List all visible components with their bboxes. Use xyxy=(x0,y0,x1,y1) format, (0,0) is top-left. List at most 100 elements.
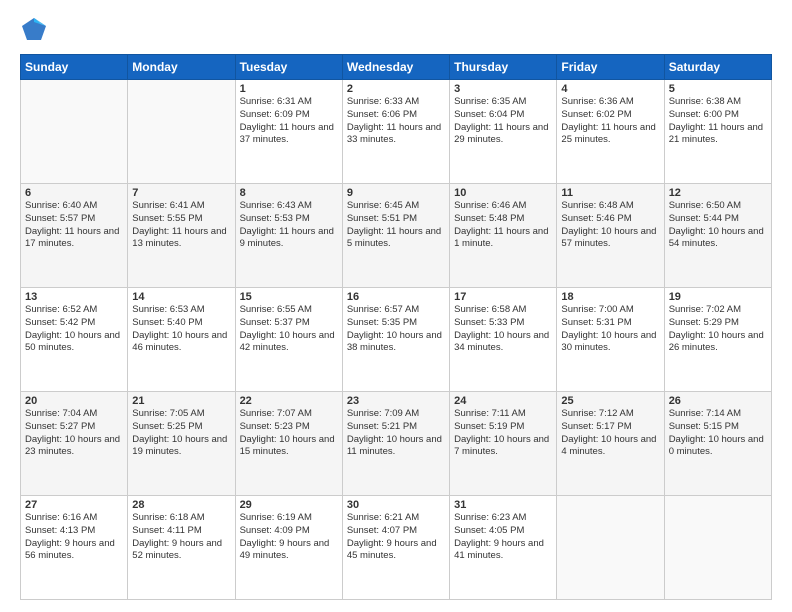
day-info: Sunrise: 7:09 AM Sunset: 5:21 PM Dayligh… xyxy=(347,408,445,459)
day-info: Sunrise: 6:38 AM Sunset: 6:00 PM Dayligh… xyxy=(669,96,767,147)
header xyxy=(20,16,772,44)
day-info: Sunrise: 7:02 AM Sunset: 5:29 PM Dayligh… xyxy=(669,304,767,355)
day-number: 13 xyxy=(25,291,123,303)
day-number: 7 xyxy=(132,187,230,199)
day-number: 1 xyxy=(240,83,338,95)
calendar-cell: 26Sunrise: 7:14 AM Sunset: 5:15 PM Dayli… xyxy=(664,392,771,496)
day-info: Sunrise: 6:52 AM Sunset: 5:42 PM Dayligh… xyxy=(25,304,123,355)
calendar-cell: 18Sunrise: 7:00 AM Sunset: 5:31 PM Dayli… xyxy=(557,288,664,392)
day-info: Sunrise: 7:12 AM Sunset: 5:17 PM Dayligh… xyxy=(561,408,659,459)
day-number: 19 xyxy=(669,291,767,303)
day-number: 3 xyxy=(454,83,552,95)
day-info: Sunrise: 7:00 AM Sunset: 5:31 PM Dayligh… xyxy=(561,304,659,355)
day-info: Sunrise: 6:35 AM Sunset: 6:04 PM Dayligh… xyxy=(454,96,552,147)
calendar-cell: 10Sunrise: 6:46 AM Sunset: 5:48 PM Dayli… xyxy=(450,184,557,288)
calendar-cell xyxy=(557,496,664,600)
day-of-week-saturday: Saturday xyxy=(664,55,771,80)
calendar-week-row: 20Sunrise: 7:04 AM Sunset: 5:27 PM Dayli… xyxy=(21,392,772,496)
day-of-week-tuesday: Tuesday xyxy=(235,55,342,80)
day-number: 20 xyxy=(25,395,123,407)
calendar-cell: 1Sunrise: 6:31 AM Sunset: 6:09 PM Daylig… xyxy=(235,80,342,184)
day-number: 18 xyxy=(561,291,659,303)
day-number: 12 xyxy=(669,187,767,199)
day-number: 6 xyxy=(25,187,123,199)
day-number: 4 xyxy=(561,83,659,95)
calendar-cell: 7Sunrise: 6:41 AM Sunset: 5:55 PM Daylig… xyxy=(128,184,235,288)
day-of-week-thursday: Thursday xyxy=(450,55,557,80)
day-info: Sunrise: 6:53 AM Sunset: 5:40 PM Dayligh… xyxy=(132,304,230,355)
day-info: Sunrise: 6:46 AM Sunset: 5:48 PM Dayligh… xyxy=(454,200,552,251)
calendar-cell xyxy=(21,80,128,184)
day-info: Sunrise: 6:18 AM Sunset: 4:11 PM Dayligh… xyxy=(132,512,230,563)
day-of-week-sunday: Sunday xyxy=(21,55,128,80)
calendar-cell xyxy=(664,496,771,600)
day-info: Sunrise: 7:04 AM Sunset: 5:27 PM Dayligh… xyxy=(25,408,123,459)
calendar-cell: 5Sunrise: 6:38 AM Sunset: 6:00 PM Daylig… xyxy=(664,80,771,184)
calendar: SundayMondayTuesdayWednesdayThursdayFrid… xyxy=(20,54,772,600)
calendar-week-row: 1Sunrise: 6:31 AM Sunset: 6:09 PM Daylig… xyxy=(21,80,772,184)
day-number: 8 xyxy=(240,187,338,199)
calendar-cell: 24Sunrise: 7:11 AM Sunset: 5:19 PM Dayli… xyxy=(450,392,557,496)
calendar-cell xyxy=(128,80,235,184)
day-number: 11 xyxy=(561,187,659,199)
day-info: Sunrise: 6:48 AM Sunset: 5:46 PM Dayligh… xyxy=(561,200,659,251)
calendar-cell: 23Sunrise: 7:09 AM Sunset: 5:21 PM Dayli… xyxy=(342,392,449,496)
day-info: Sunrise: 6:19 AM Sunset: 4:09 PM Dayligh… xyxy=(240,512,338,563)
day-info: Sunrise: 7:05 AM Sunset: 5:25 PM Dayligh… xyxy=(132,408,230,459)
day-info: Sunrise: 6:50 AM Sunset: 5:44 PM Dayligh… xyxy=(669,200,767,251)
calendar-cell: 29Sunrise: 6:19 AM Sunset: 4:09 PM Dayli… xyxy=(235,496,342,600)
day-number: 2 xyxy=(347,83,445,95)
day-number: 27 xyxy=(25,499,123,511)
calendar-week-row: 13Sunrise: 6:52 AM Sunset: 5:42 PM Dayli… xyxy=(21,288,772,392)
calendar-cell: 3Sunrise: 6:35 AM Sunset: 6:04 PM Daylig… xyxy=(450,80,557,184)
calendar-cell: 17Sunrise: 6:58 AM Sunset: 5:33 PM Dayli… xyxy=(450,288,557,392)
day-number: 26 xyxy=(669,395,767,407)
day-info: Sunrise: 6:21 AM Sunset: 4:07 PM Dayligh… xyxy=(347,512,445,563)
day-number: 17 xyxy=(454,291,552,303)
day-info: Sunrise: 6:58 AM Sunset: 5:33 PM Dayligh… xyxy=(454,304,552,355)
calendar-cell: 28Sunrise: 6:18 AM Sunset: 4:11 PM Dayli… xyxy=(128,496,235,600)
day-number: 28 xyxy=(132,499,230,511)
day-number: 25 xyxy=(561,395,659,407)
calendar-cell: 9Sunrise: 6:45 AM Sunset: 5:51 PM Daylig… xyxy=(342,184,449,288)
day-info: Sunrise: 6:45 AM Sunset: 5:51 PM Dayligh… xyxy=(347,200,445,251)
calendar-cell: 19Sunrise: 7:02 AM Sunset: 5:29 PM Dayli… xyxy=(664,288,771,392)
day-number: 23 xyxy=(347,395,445,407)
calendar-cell: 31Sunrise: 6:23 AM Sunset: 4:05 PM Dayli… xyxy=(450,496,557,600)
calendar-cell: 15Sunrise: 6:55 AM Sunset: 5:37 PM Dayli… xyxy=(235,288,342,392)
page: SundayMondayTuesdayWednesdayThursdayFrid… xyxy=(0,0,792,612)
day-info: Sunrise: 7:14 AM Sunset: 5:15 PM Dayligh… xyxy=(669,408,767,459)
calendar-week-row: 6Sunrise: 6:40 AM Sunset: 5:57 PM Daylig… xyxy=(21,184,772,288)
calendar-cell: 13Sunrise: 6:52 AM Sunset: 5:42 PM Dayli… xyxy=(21,288,128,392)
day-info: Sunrise: 6:57 AM Sunset: 5:35 PM Dayligh… xyxy=(347,304,445,355)
calendar-cell: 2Sunrise: 6:33 AM Sunset: 6:06 PM Daylig… xyxy=(342,80,449,184)
calendar-cell: 20Sunrise: 7:04 AM Sunset: 5:27 PM Dayli… xyxy=(21,392,128,496)
day-number: 30 xyxy=(347,499,445,511)
calendar-cell: 8Sunrise: 6:43 AM Sunset: 5:53 PM Daylig… xyxy=(235,184,342,288)
calendar-cell: 14Sunrise: 6:53 AM Sunset: 5:40 PM Dayli… xyxy=(128,288,235,392)
day-number: 24 xyxy=(454,395,552,407)
day-number: 5 xyxy=(669,83,767,95)
day-number: 16 xyxy=(347,291,445,303)
day-number: 10 xyxy=(454,187,552,199)
day-info: Sunrise: 6:33 AM Sunset: 6:06 PM Dayligh… xyxy=(347,96,445,147)
day-info: Sunrise: 7:11 AM Sunset: 5:19 PM Dayligh… xyxy=(454,408,552,459)
day-info: Sunrise: 6:16 AM Sunset: 4:13 PM Dayligh… xyxy=(25,512,123,563)
calendar-cell: 12Sunrise: 6:50 AM Sunset: 5:44 PM Dayli… xyxy=(664,184,771,288)
calendar-cell: 4Sunrise: 6:36 AM Sunset: 6:02 PM Daylig… xyxy=(557,80,664,184)
day-number: 22 xyxy=(240,395,338,407)
day-number: 15 xyxy=(240,291,338,303)
day-number: 29 xyxy=(240,499,338,511)
day-info: Sunrise: 6:41 AM Sunset: 5:55 PM Dayligh… xyxy=(132,200,230,251)
day-of-week-monday: Monday xyxy=(128,55,235,80)
calendar-cell: 22Sunrise: 7:07 AM Sunset: 5:23 PM Dayli… xyxy=(235,392,342,496)
day-info: Sunrise: 6:23 AM Sunset: 4:05 PM Dayligh… xyxy=(454,512,552,563)
calendar-cell: 21Sunrise: 7:05 AM Sunset: 5:25 PM Dayli… xyxy=(128,392,235,496)
day-number: 31 xyxy=(454,499,552,511)
calendar-cell: 16Sunrise: 6:57 AM Sunset: 5:35 PM Dayli… xyxy=(342,288,449,392)
day-info: Sunrise: 6:43 AM Sunset: 5:53 PM Dayligh… xyxy=(240,200,338,251)
logo-icon xyxy=(20,16,48,44)
calendar-cell: 11Sunrise: 6:48 AM Sunset: 5:46 PM Dayli… xyxy=(557,184,664,288)
calendar-header-row: SundayMondayTuesdayWednesdayThursdayFrid… xyxy=(21,55,772,80)
day-info: Sunrise: 6:36 AM Sunset: 6:02 PM Dayligh… xyxy=(561,96,659,147)
